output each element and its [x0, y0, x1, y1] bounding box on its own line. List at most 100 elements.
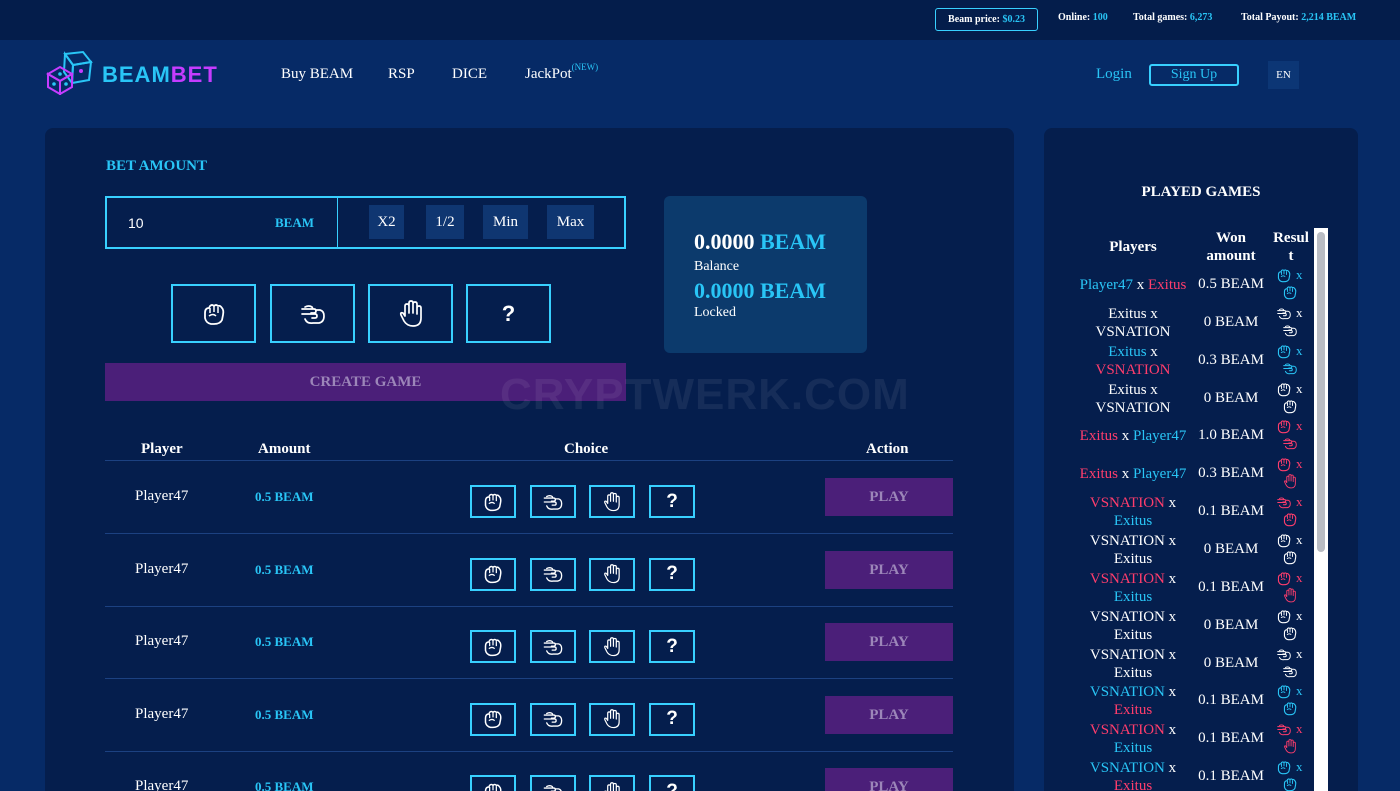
- row-choose-random-button[interactable]: ?: [649, 775, 695, 791]
- rock-hand-icon: [1276, 382, 1292, 397]
- versus-separator: x: [1121, 466, 1130, 482]
- played-result: x: [1276, 381, 1312, 418]
- played-player-one: Player47: [1079, 277, 1133, 293]
- rock-hand-icon: [1276, 760, 1292, 775]
- versus-separator: x: [1168, 760, 1177, 776]
- result-separator: x: [1296, 381, 1303, 396]
- result-separator: x: [1296, 305, 1303, 320]
- play-button[interactable]: PLAY: [825, 623, 953, 661]
- choose-paper-button[interactable]: [368, 284, 453, 343]
- row-choose-scissors-button[interactable]: [530, 485, 576, 518]
- row-choose-paper-button[interactable]: [589, 702, 635, 736]
- row-choose-rock-button[interactable]: [470, 775, 516, 791]
- versus-separator: x: [1136, 277, 1145, 293]
- balance-number: 0.0000: [694, 229, 755, 254]
- nav-buy-beam[interactable]: Buy BEAM: [281, 66, 353, 83]
- played-won-amount: 0.3 BEAM: [1198, 352, 1264, 368]
- beam-price-label: Beam price:: [948, 14, 1000, 25]
- played-player-two: VSNATION: [1095, 324, 1171, 340]
- versus-separator: x: [1168, 684, 1177, 700]
- row-choose-random-button[interactable]: ?: [649, 630, 695, 663]
- row-choose-paper-button[interactable]: [589, 485, 635, 518]
- row-divider: [105, 605, 953, 607]
- signup-button[interactable]: Sign Up: [1149, 64, 1239, 86]
- played-player-two: Exitus: [1113, 513, 1153, 529]
- col-header-choice: Choice: [564, 441, 609, 457]
- played-result: x: [1276, 267, 1312, 304]
- nav-rsp[interactable]: RSP: [388, 66, 415, 83]
- row-choose-random-button[interactable]: ?: [649, 557, 695, 591]
- versus-separator: x: [1168, 722, 1177, 738]
- row-choose-rock-button[interactable]: [470, 702, 516, 736]
- row-choose-rock-button[interactable]: [470, 557, 516, 591]
- played-result: x: [1276, 343, 1312, 380]
- language-selector[interactable]: EN: [1268, 61, 1299, 89]
- rock-hand-icon: [1282, 626, 1298, 641]
- played-won-amount: 0 BEAM: [1203, 655, 1259, 671]
- scissors-hand-icon: [542, 709, 564, 729]
- row-choose-paper-button[interactable]: [589, 630, 635, 663]
- result-separator: x: [1296, 418, 1303, 433]
- choose-random-button[interactable]: ?: [466, 284, 551, 343]
- online-label: Online:: [1058, 12, 1091, 23]
- beam-price-value: $0.23: [1002, 14, 1025, 25]
- scissors-hand-icon: [1282, 323, 1298, 338]
- total-payout-label: Total Payout:: [1241, 12, 1299, 23]
- scissors-hand-icon: [1276, 495, 1292, 510]
- login-link[interactable]: Login: [1096, 66, 1132, 83]
- nav-jackpot[interactable]: JackPot(NEW): [525, 62, 598, 83]
- played-games-scroll-thumb[interactable]: [1317, 232, 1325, 552]
- played-game-players: VSNATION x Exitus: [1072, 570, 1194, 606]
- versus-separator: x: [1150, 306, 1158, 322]
- bet-x2-button[interactable]: X2: [369, 205, 404, 239]
- play-button[interactable]: PLAY: [825, 478, 953, 516]
- result-separator: x: [1296, 608, 1303, 623]
- played-won-amount: 1.0 BEAM: [1198, 427, 1264, 443]
- row-choose-scissors-button[interactable]: [530, 775, 576, 791]
- nav-dice[interactable]: DICE: [452, 66, 487, 83]
- row-choose-scissors-button[interactable]: [530, 557, 576, 591]
- row-choose-random-button[interactable]: ?: [649, 485, 695, 518]
- table-header-divider: [105, 460, 953, 461]
- played-player-one: VSNATION: [1089, 684, 1165, 700]
- rock-hand-icon: [1276, 344, 1292, 359]
- bet-min-button[interactable]: Min: [483, 205, 528, 239]
- row-player: Player47: [135, 560, 189, 577]
- row-choose-scissors-button[interactable]: [530, 702, 576, 736]
- bet-box-divider: [337, 198, 338, 247]
- rock-hand-icon: [1276, 533, 1292, 548]
- total-payout-value: 2,214 BEAM: [1301, 12, 1357, 23]
- bet-amount-input[interactable]: 10: [128, 215, 144, 231]
- play-button[interactable]: PLAY: [825, 550, 953, 589]
- scissors-hand-icon: [542, 637, 564, 657]
- played-won-amount: 0 BEAM: [1203, 314, 1259, 330]
- row-choose-rock-button[interactable]: [470, 485, 516, 518]
- row-choose-random-button[interactable]: ?: [649, 702, 695, 736]
- result-separator: x: [1296, 646, 1303, 661]
- beambet-logo[interactable]: BEAMBET: [102, 62, 218, 88]
- versus-separator: x: [1150, 344, 1158, 360]
- row-choose-rock-button[interactable]: [470, 630, 516, 663]
- row-choose-scissors-button[interactable]: [530, 630, 576, 663]
- bet-max-button[interactable]: Max: [547, 205, 594, 239]
- choose-rock-button[interactable]: [171, 284, 256, 343]
- rock-hand-icon: [482, 637, 504, 657]
- played-game-players: VSNATION x Exitus: [1072, 721, 1194, 757]
- row-choose-paper-button[interactable]: [589, 775, 635, 791]
- played-game-players: Exitus x VSNATION: [1072, 305, 1194, 341]
- paper-hand-icon: [1282, 474, 1298, 489]
- played-player-two: Exitus: [1113, 702, 1153, 718]
- choose-scissors-button[interactable]: [270, 284, 355, 343]
- play-button[interactable]: PLAY: [825, 695, 953, 734]
- played-won-amount: 0.3 BEAM: [1198, 465, 1264, 481]
- played-game-players: VSNATION x Exitus: [1072, 759, 1194, 791]
- row-choose-paper-button[interactable]: [589, 557, 635, 591]
- play-button[interactable]: PLAY: [825, 768, 953, 791]
- question-icon: ?: [666, 563, 678, 584]
- scissors-hand-icon: [1276, 306, 1292, 321]
- bet-half-button[interactable]: 1/2: [426, 205, 464, 239]
- paper-hand-icon: [399, 299, 422, 327]
- played-result: x: [1276, 759, 1312, 791]
- dice-logo-icon[interactable]: [45, 50, 93, 95]
- rock-hand-icon: [1276, 419, 1292, 434]
